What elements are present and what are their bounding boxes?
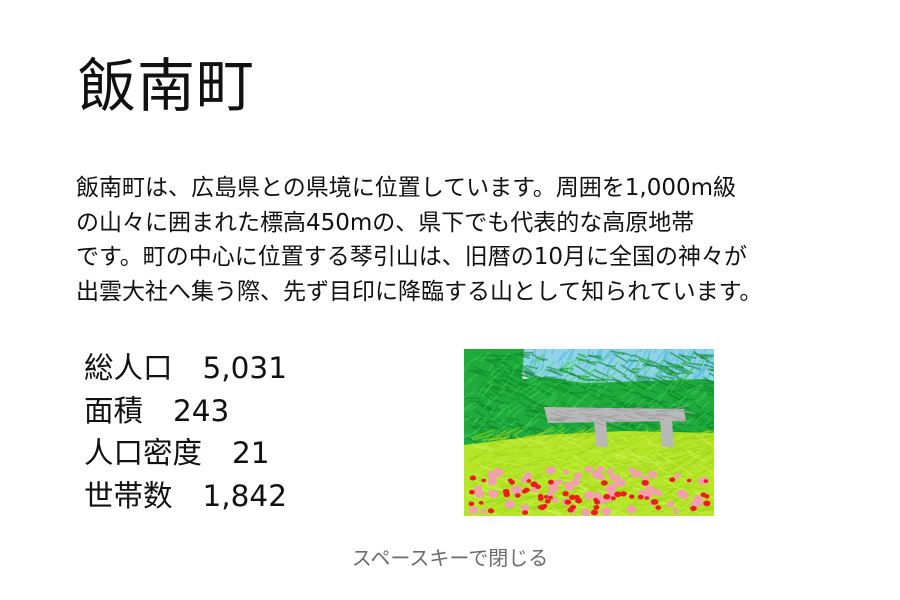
description-line: 飯南町は、広島県との県境に位置しています。周囲を1,000m級 [76, 175, 737, 201]
close-hint: スペースキーで閉じる [351, 546, 549, 570]
description-line: 出雲大社へ集う際、先ず目印に降臨する山として知られています。 [76, 278, 763, 305]
description-line: です。町の中心に位置する琴引山は、旧暦の10月に全国の神々が [76, 244, 747, 270]
stat-value: 1,842 [202, 478, 287, 513]
description-line: の山々に囲まれた標高450mの、県下でも代表的な高原地帯 [76, 209, 695, 236]
landscape-illustration [464, 349, 714, 516]
stat-value: 243 [173, 393, 230, 428]
stat-row-population: 総人口 5,031 [84, 347, 287, 390]
stats-list: 総人口 5,031 面積 243 人口密度 21 世帯数 1,842 [84, 347, 287, 517]
stat-value: 5,031 [202, 351, 287, 385]
description: 飯南町は、広島県との県境に位置しています。周囲を1,000m級 の山々に囲まれた… [76, 171, 846, 309]
stat-row-households: 世帯数 1,842 [84, 475, 287, 518]
stat-value: 21 [232, 436, 270, 470]
stat-row-area: 面積 243 [84, 390, 287, 433]
stat-label: 世帯数 [84, 478, 173, 513]
stat-label: 面積 [84, 393, 144, 428]
stat-label: 総人口 [84, 351, 173, 385]
stat-row-density: 人口密度 21 [84, 432, 287, 475]
page-title: 飯南町 [78, 52, 256, 120]
stat-label: 人口密度 [84, 436, 203, 470]
